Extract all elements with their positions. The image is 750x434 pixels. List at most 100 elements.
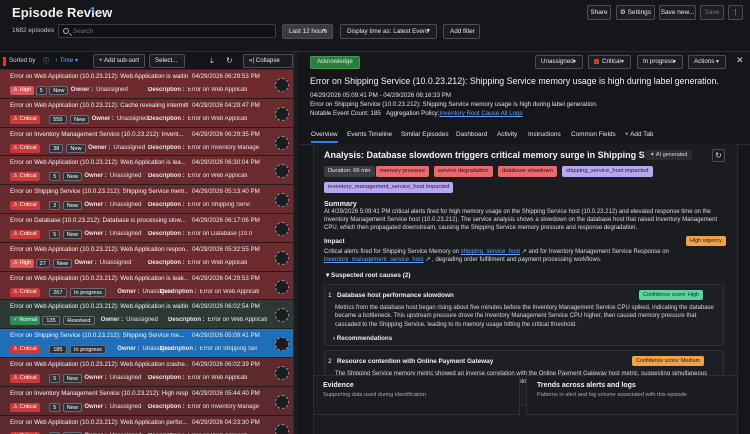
- assignee-avatar[interactable]: [275, 337, 289, 352]
- assignee-avatar[interactable]: [275, 394, 289, 409]
- policy-link[interactable]: Inventory Root Cause All Logs: [439, 110, 522, 117]
- chevron-down-icon: ▼: [322, 28, 327, 34]
- acknowledge-button[interactable]: Acknowledge: [310, 56, 360, 69]
- ai-generated-badge: ✦ AI generated: [645, 150, 693, 160]
- episode-row[interactable]: Error on Web Application (10.0.23.212): …: [0, 415, 294, 434]
- severity-label: Critical: [19, 288, 37, 295]
- save-new-button[interactable]: Save new...: [659, 5, 696, 20]
- event-count-badge: 5: [49, 374, 61, 383]
- description-value: Error on Web Applicati: [199, 288, 260, 295]
- severity-select[interactable]: Critical ▼: [588, 55, 631, 69]
- display-time-label: Display time as: Latest Event: [347, 28, 429, 35]
- shipping-host-link[interactable]: shipping_service_host: [461, 249, 520, 255]
- trends-card: Trends across alerts and logs Patterns i…: [526, 375, 738, 415]
- episode-date: 04/29/2026 04:23:30 PM: [192, 418, 260, 426]
- tab-activity[interactable]: Activity: [497, 131, 517, 138]
- episode-row[interactable]: Error on Shipping Service (10.0.23.212):…: [0, 329, 294, 358]
- assignee-avatar[interactable]: [275, 279, 289, 294]
- add-filter-button[interactable]: Add filter: [443, 24, 480, 39]
- owner-field: Owner :Unassigned: [71, 87, 128, 93]
- tab-events-timeline[interactable]: Events Timeline: [347, 131, 392, 138]
- bulk-select[interactable]: Select...: [149, 54, 185, 68]
- assignee-avatar[interactable]: [275, 250, 289, 265]
- regenerate-button[interactable]: ↻: [712, 149, 725, 162]
- tab-instructions[interactable]: Instructions: [528, 131, 561, 138]
- inventory-host-link[interactable]: inventory_management_service_host: [324, 257, 424, 263]
- assignee-avatar[interactable]: [275, 193, 289, 208]
- add-tab-button[interactable]: + Add Tab: [625, 131, 654, 138]
- episode-title: Error on Shipping Service (10.0.23.212):…: [10, 188, 188, 196]
- close-icon[interactable]: ✕: [736, 55, 744, 66]
- tab-common-fields[interactable]: Common Fields: [571, 131, 616, 138]
- sort-bar: Sorted by ⓘ ↑ Time ▾ + Add sub-sort Sele…: [0, 52, 293, 76]
- episode-date: 04/29/2026 06:30:04 PM: [192, 159, 260, 167]
- assignee-avatar[interactable]: [275, 78, 289, 92]
- owner-value: Unassigned: [109, 403, 142, 410]
- episode-row[interactable]: Error on Database (10.0.23.212): Databas…: [0, 214, 294, 243]
- episode-row[interactable]: Error on Web Application (10.0.23.212): …: [0, 242, 294, 272]
- episode-title: Error on Web Application (10.0.23.212): …: [10, 274, 188, 282]
- search-box[interactable]: [58, 24, 276, 38]
- refresh-icon[interactable]: ↻: [226, 56, 233, 65]
- severity-strip: [3, 57, 6, 66]
- owner-label: Owner :: [84, 173, 107, 180]
- episode-row[interactable]: Error on Web Application (10.0.23.212): …: [0, 70, 294, 99]
- tab-dashboard[interactable]: Dashboard: [456, 131, 487, 138]
- event-count-badge: 5: [49, 402, 61, 412]
- assignee-avatar[interactable]: [275, 308, 289, 323]
- assignee-avatar[interactable]: [275, 366, 289, 380]
- assignee-avatar[interactable]: [275, 164, 289, 179]
- event-count-badge: 2: [49, 201, 61, 211]
- recommendations-toggle[interactable]: › Recommendations: [333, 335, 392, 342]
- search-input[interactable]: [73, 27, 263, 36]
- episode-row[interactable]: Error on Web Application (10.0.23.212): …: [0, 156, 294, 186]
- assignee-avatar[interactable]: [275, 222, 289, 236]
- edit-title-icon[interactable]: ✎: [89, 6, 97, 16]
- impact-text-b: and for Inventory Management Service Res…: [526, 249, 669, 255]
- description-field: Description : Error on Inventory Manage: [148, 145, 268, 151]
- description-value: Error on Web Applicati: [187, 87, 248, 93]
- severity-badge: ⚠ High: [10, 86, 35, 95]
- episode-row[interactable]: Error on Web Application (10.0.23.212): …: [0, 358, 294, 387]
- assignee-avatar[interactable]: [275, 135, 289, 150]
- episode-time-range: 04/29/2026 05:09:41 PM - 04/29/2026 06:1…: [310, 92, 452, 99]
- actions-menu[interactable]: Actions ▼: [688, 55, 726, 69]
- impact-heading: Impact: [324, 238, 345, 245]
- time-range-select[interactable]: Last 12 hours ▼: [282, 24, 333, 39]
- assignee-select[interactable]: Unassigned ▼: [535, 55, 583, 69]
- assignee-avatar[interactable]: [275, 423, 289, 434]
- share-button[interactable]: Share: [587, 5, 611, 20]
- severity-label: Critical: [19, 115, 37, 122]
- description-value: Error on Shipping Servi: [187, 202, 250, 209]
- episode-row[interactable]: Error on Shipping Service (10.0.23.212):…: [0, 185, 294, 214]
- list-scrollbar[interactable]: [293, 52, 299, 434]
- collapse-list-button[interactable]: «| Collapse list: [243, 54, 293, 76]
- display-time-select[interactable]: Display time as: Latest Event ▼: [340, 24, 437, 39]
- assignee-avatar[interactable]: [275, 106, 289, 121]
- settings-button[interactable]: ⚙ Settings: [616, 5, 655, 20]
- status-select[interactable]: In progress ▼: [637, 55, 683, 69]
- add-subsort-button[interactable]: + Add sub-sort: [93, 54, 146, 68]
- severity-icon: ⚠: [13, 259, 20, 266]
- owner-label: Owner :: [117, 288, 140, 295]
- episode-row[interactable]: Error on Web Application (10.0.23.212): …: [0, 98, 294, 128]
- description-label: Description :: [148, 259, 185, 266]
- suspected-causes-toggle[interactable]: ▾ Suspected root causes (2): [326, 271, 411, 279]
- severity-icon: ⚠: [13, 115, 20, 122]
- suspected-causes-label: Suspected root causes (2): [330, 272, 411, 279]
- severity-label: Critical: [602, 58, 621, 65]
- owner-value: Unassigned: [109, 231, 142, 237]
- tab-similar-episodes[interactable]: Similar Episodes: [401, 131, 449, 138]
- episode-row[interactable]: Error on Inventory Management Service (1…: [0, 127, 294, 157]
- download-icon[interactable]: ⤓: [210, 56, 214, 66]
- status-label: In progress: [643, 58, 674, 65]
- episode-row[interactable]: Error on Inventory Management Service (1…: [0, 386, 294, 416]
- episode-row[interactable]: Error on Web Application (10.0.23.212): …: [0, 300, 294, 330]
- sort-time-toggle[interactable]: ↑ Time ▾: [55, 57, 78, 64]
- episode-row[interactable]: Error on Web Application (10.0.23.212): …: [0, 271, 294, 301]
- tag-duration: Duration: 66 min: [324, 166, 375, 177]
- save-button[interactable]: Save: [700, 5, 724, 20]
- more-menu-button[interactable]: ⋮: [728, 5, 743, 20]
- tab-overview[interactable]: Overview: [311, 131, 338, 143]
- status-badge: New: [70, 114, 90, 124]
